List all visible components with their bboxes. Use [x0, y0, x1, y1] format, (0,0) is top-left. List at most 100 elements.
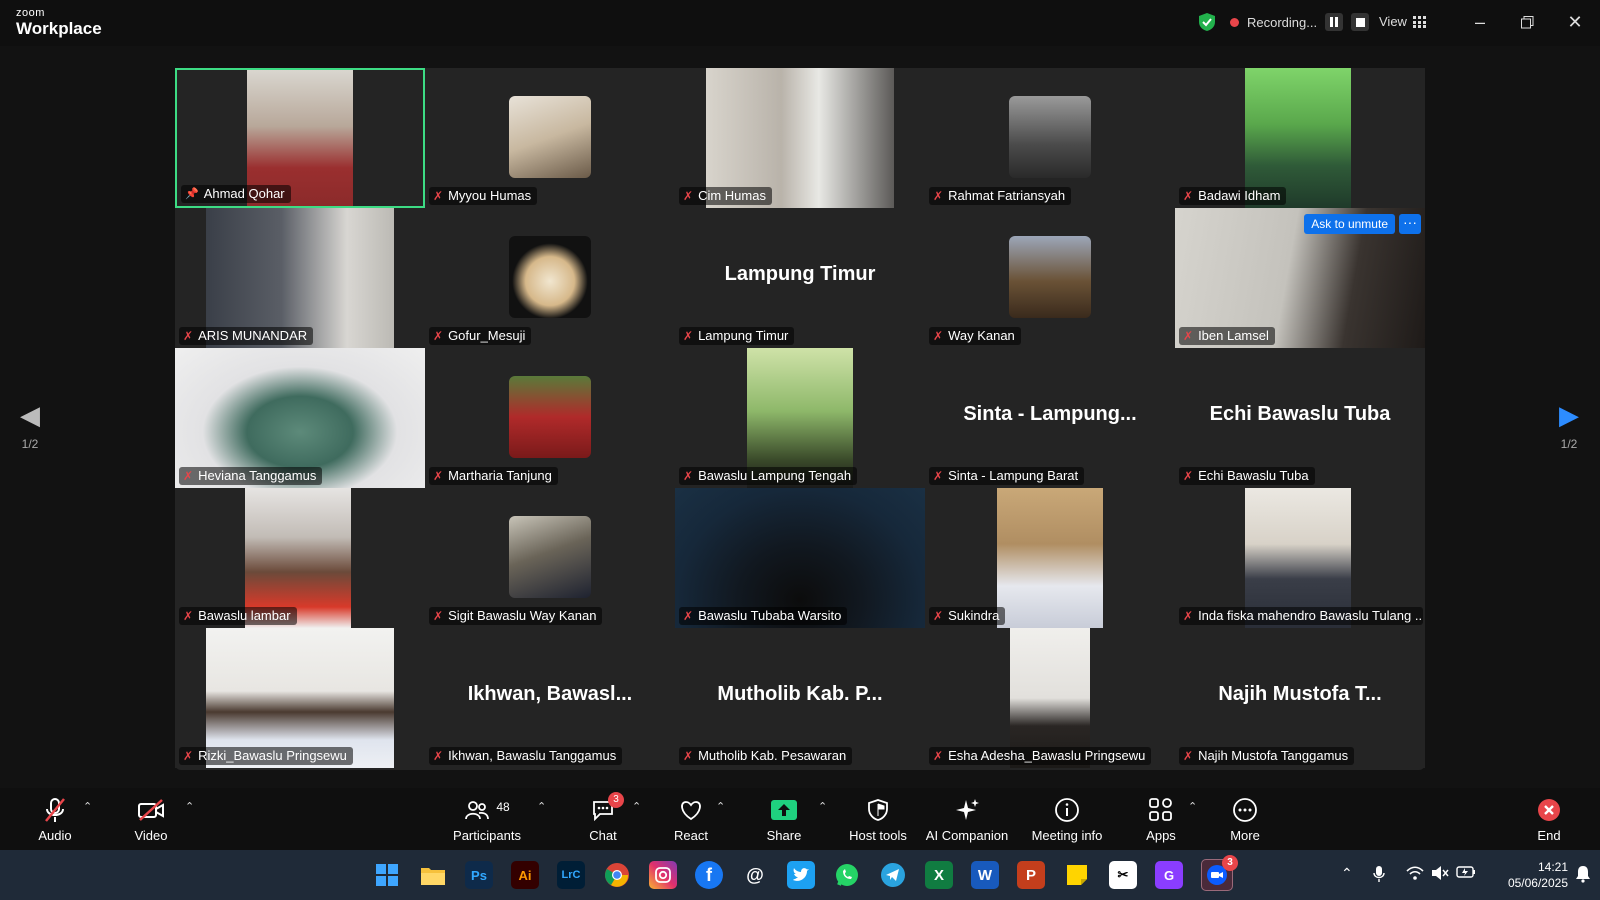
notifications-bell-icon[interactable] — [1575, 865, 1591, 886]
close-icon[interactable]: ✕ — [1563, 10, 1587, 34]
chat-button[interactable]: Chat 3 — [578, 792, 628, 843]
react-options-chevron-icon[interactable]: ⌃ — [716, 800, 725, 813]
restore-icon[interactable] — [1515, 10, 1539, 34]
encryption-shield-icon[interactable] — [1198, 12, 1216, 32]
more-dots-icon — [1220, 796, 1270, 824]
photoshop-icon[interactable]: Ps — [465, 861, 493, 889]
pause-recording-button[interactable] — [1325, 13, 1344, 31]
chat-options-chevron-icon[interactable]: ⌃ — [632, 800, 641, 813]
microphone-tray-icon[interactable] — [1373, 865, 1385, 886]
video-tile[interactable]: ✗ Martharia Tanjung — [425, 348, 675, 488]
participant-name-tag: ✗ Heviana Tanggamus — [179, 467, 323, 485]
excel-icon[interactable]: X — [925, 861, 953, 889]
threads-icon[interactable]: @ — [741, 861, 769, 889]
next-page-button[interactable]: ▶ 1/2 — [1549, 400, 1589, 451]
minimize-icon[interactable]: – — [1468, 10, 1492, 34]
video-tile[interactable]: Ask to unmute ··· ✗ Iben Lamsel — [1175, 208, 1425, 348]
illustrator-icon[interactable]: Ai — [511, 861, 539, 889]
video-off-icon — [126, 796, 176, 824]
windows-start-icon[interactable] — [373, 861, 401, 889]
powerpoint-icon[interactable]: P — [1017, 861, 1045, 889]
muted-mic-icon: ✗ — [433, 189, 444, 203]
video-tile[interactable]: ✗ Inda fiska mahendro Bawaslu Tulang ... — [1175, 488, 1425, 628]
video-tile[interactable]: ✗ Bawaslu Tubaba Warsito — [675, 488, 925, 628]
instagram-icon[interactable] — [649, 861, 677, 889]
telegram-icon[interactable] — [879, 861, 907, 889]
react-button[interactable]: React — [666, 796, 716, 843]
share-options-chevron-icon[interactable]: ⌃ — [818, 800, 827, 813]
muted-mic-icon: ✗ — [933, 329, 944, 343]
video-tile[interactable]: Najih Mustofa T... ✗ Najih Mustofa Tangga… — [1175, 628, 1425, 768]
system-clock[interactable]: 14:21 05/06/2025 — [1488, 859, 1568, 891]
zoom-taskbar-badge: 3 — [1222, 855, 1238, 871]
video-tile[interactable]: ✗ Gofur_Mesuji — [425, 208, 675, 348]
participant-name-tag: ✗ Sinta - Lampung Barat — [929, 467, 1085, 485]
video-tile[interactable]: Ikhwan, Bawasl... ✗ Ikhwan, Bawaslu Tangg… — [425, 628, 675, 768]
word-icon[interactable]: W — [971, 861, 999, 889]
video-tile[interactable]: ✗ Sigit Bawaslu Way Kanan — [425, 488, 675, 628]
apps-options-chevron-icon[interactable]: ⌃ — [1188, 800, 1197, 813]
video-tile[interactable]: ✗ Myyou Humas — [425, 68, 675, 208]
video-tile[interactable]: ✗ ARIS MUNANDAR — [175, 208, 425, 348]
video-tile[interactable]: Lampung Timur ✗ Lampung Timur — [675, 208, 925, 348]
facebook-icon[interactable]: f — [695, 861, 723, 889]
participant-name-tag: ✗ Mutholib Kab. Pesawaran — [679, 747, 853, 765]
muted-mic-icon: ✗ — [933, 749, 944, 763]
more-button[interactable]: More — [1220, 796, 1270, 843]
tile-more-options-button[interactable]: ··· — [1399, 214, 1421, 234]
participants-options-chevron-icon[interactable]: ⌃ — [537, 800, 546, 813]
video-tile[interactable]: Sinta - Lampung... ✗ Sinta - Lampung Bara… — [925, 348, 1175, 488]
end-label: End — [1537, 828, 1561, 843]
ai-companion-button[interactable]: AI Companion — [925, 796, 1009, 843]
video-tile[interactable]: ✗ Heviana Tanggamus — [175, 348, 425, 488]
prev-page-button[interactable]: ◀ 1/2 — [10, 400, 50, 451]
video-tile[interactable]: ✗ Rahmat Fatriansyah — [925, 68, 1175, 208]
view-button[interactable]: View — [1379, 14, 1426, 29]
apps-label: Apps — [1146, 828, 1176, 843]
zoom-taskbar-icon[interactable]: 3 — [1201, 855, 1238, 891]
pdf-app-icon[interactable]: G — [1155, 861, 1183, 889]
apps-button[interactable]: Apps — [1136, 796, 1186, 843]
wifi-icon[interactable] — [1406, 865, 1424, 884]
battery-charging-icon[interactable] — [1456, 865, 1476, 882]
video-tile[interactable]: ✗ Bawaslu lambar — [175, 488, 425, 628]
video-tile[interactable]: ✗ Sukindra — [925, 488, 1175, 628]
audio-options-chevron-icon[interactable]: ⌃ — [83, 800, 92, 813]
speaker-muted-icon[interactable] — [1431, 865, 1449, 884]
end-meeting-button[interactable]: End — [1524, 796, 1574, 843]
video-tile[interactable]: ✗ Bawaslu Lampung Tengah — [675, 348, 925, 488]
video-tile[interactable]: ✗ Way Kanan — [925, 208, 1175, 348]
participant-name-tag: ✗ Bawaslu Lampung Tengah — [679, 467, 858, 485]
video-tile[interactable]: 📌 Ahmad Qohar — [175, 68, 425, 208]
sticky-notes-icon[interactable] — [1063, 861, 1091, 889]
audio-button[interactable]: Audio — [30, 796, 80, 843]
react-label: React — [674, 828, 708, 843]
whatsapp-icon[interactable] — [833, 861, 861, 889]
twitter-icon[interactable] — [787, 861, 815, 889]
participant-name-tag: ✗ Badawi Idham — [1179, 187, 1287, 205]
chrome-icon[interactable] — [603, 861, 631, 889]
participant-avatar — [509, 376, 591, 458]
host-tools-button[interactable]: Host tools — [845, 796, 911, 843]
video-tile[interactable]: Echi Bawaslu Tuba ✗ Echi Bawaslu Tuba — [1175, 348, 1425, 488]
stop-recording-button[interactable] — [1351, 13, 1370, 31]
share-button[interactable]: Share — [759, 796, 809, 843]
video-tile[interactable]: ✗ Rizki_Bawaslu Pringsewu — [175, 628, 425, 768]
ask-to-unmute-button[interactable]: Ask to unmute — [1304, 214, 1395, 234]
show-hidden-icons-chevron-icon[interactable]: ⌃ — [1341, 865, 1353, 882]
muted-mic-icon: ✗ — [933, 609, 944, 623]
lightroom-classic-icon[interactable]: LrC — [557, 861, 585, 889]
participants-button[interactable]: 48 Participants — [452, 796, 522, 843]
video-tile[interactable]: ✗ Esha Adesha_Bawaslu Pringsewu — [925, 628, 1175, 768]
video-button[interactable]: Video — [126, 796, 176, 843]
video-tile[interactable]: ✗ Cim Humas — [675, 68, 925, 208]
next-arrow-icon: ▶ — [1559, 400, 1579, 430]
chat-unread-badge: 3 — [608, 792, 624, 808]
video-options-chevron-icon[interactable]: ⌃ — [185, 800, 194, 813]
video-tile[interactable]: ✗ Badawi Idham — [1175, 68, 1425, 208]
file-explorer-icon[interactable] — [419, 861, 447, 889]
meeting-info-button[interactable]: Meeting info — [1027, 796, 1107, 843]
video-tile[interactable]: Mutholib Kab. P... ✗ Mutholib Kab. Pesawa… — [675, 628, 925, 768]
capcut-icon[interactable]: ✂ — [1109, 861, 1137, 889]
end-icon — [1524, 796, 1574, 824]
